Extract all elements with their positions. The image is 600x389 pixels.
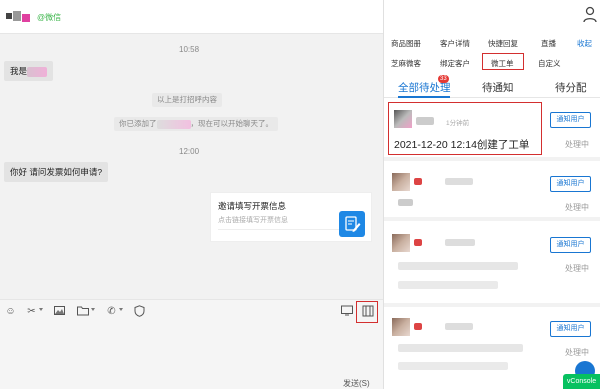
notify-user-button[interactable]: 通知用户 xyxy=(550,112,591,128)
chat-panel: @微信 10:58 我是 以上是打招呼内容 你已添加了 ，现在可以开始聊天了。 1… xyxy=(0,0,383,389)
message-time: 10:58 xyxy=(179,45,200,54)
notify-user-button[interactable]: 通知用户 xyxy=(550,237,591,253)
message-time: 12:00 xyxy=(179,147,200,156)
menu-live[interactable]: 直播 xyxy=(541,38,556,49)
scissors-icon[interactable]: ✂ xyxy=(25,305,38,318)
folder-icon[interactable] xyxy=(76,305,89,318)
avatar xyxy=(392,173,410,191)
notify-user-button[interactable]: 通知用户 xyxy=(550,321,591,337)
menu-custom[interactable]: 自定义 xyxy=(538,58,561,69)
highlight-box xyxy=(482,53,524,70)
menu-zhima[interactable]: 芝麻微客 xyxy=(391,58,421,69)
greeting-bubble[interactable]: 我是 xyxy=(4,61,54,81)
blurred-name xyxy=(414,178,422,185)
chevron-down-icon[interactable] xyxy=(91,308,95,311)
emoji-icon[interactable]: ☺ xyxy=(4,305,17,318)
card-divider xyxy=(218,229,343,230)
blurred-name xyxy=(414,323,422,330)
user-icon[interactable] xyxy=(583,6,597,24)
phone-icon[interactable]: ✆ xyxy=(105,305,118,318)
highlight-box xyxy=(356,301,378,323)
active-tab-indicator xyxy=(398,96,450,98)
menu-bind-customer[interactable]: 绑定客户 xyxy=(440,58,470,69)
contact-avatar[interactable] xyxy=(6,11,32,23)
send-button[interactable]: 发送(S) xyxy=(343,378,370,389)
pending-count-badge: 33 xyxy=(438,75,449,83)
avatar xyxy=(392,234,410,252)
highlight-box xyxy=(388,102,542,155)
blurred-name xyxy=(27,66,48,77)
shield-icon[interactable] xyxy=(133,305,146,318)
screen-icon[interactable] xyxy=(340,305,353,318)
form-edit-icon xyxy=(339,211,365,237)
item-status: 处理中 xyxy=(565,264,589,273)
menu-quick-reply[interactable]: 快捷回复 xyxy=(488,38,518,49)
customer-message-bubble[interactable]: 你好 请问发票如何申请? xyxy=(4,162,109,182)
message-input[interactable] xyxy=(0,323,383,389)
notify-user-button[interactable]: 通知用户 xyxy=(550,176,591,192)
item-status: 处理中 xyxy=(565,348,589,357)
tab-to-notify[interactable]: 待通知 xyxy=(482,80,514,95)
image-icon[interactable] xyxy=(53,305,66,318)
chevron-down-icon[interactable] xyxy=(119,308,123,311)
contact-source-tag: @微信 xyxy=(37,13,62,22)
greeting-text: 我是 xyxy=(10,66,28,76)
chevron-down-icon[interactable] xyxy=(39,308,43,311)
chat-header: @微信 xyxy=(0,0,383,34)
menu-product-album[interactable]: 商品图册 xyxy=(391,38,421,49)
avatar xyxy=(392,318,410,336)
invoice-card[interactable]: 邀请填写开票信息 点击链接填写开票信息 xyxy=(210,192,372,242)
blurred-name xyxy=(414,239,422,246)
item-status: 处理中 xyxy=(565,140,589,149)
vconsole-button[interactable]: vConsole xyxy=(563,374,600,389)
system-message-added: 你已添加了 ，现在可以开始聊天了。 xyxy=(114,117,278,131)
chat-toolbar: ☺ ✂ ✆ xyxy=(0,299,383,323)
menu-customer-detail[interactable]: 客户详情 xyxy=(440,38,470,49)
system-message: 以上是打招呼内容 xyxy=(152,93,222,107)
tab-to-assign[interactable]: 待分配 xyxy=(555,80,587,95)
card-subtitle: 点击链接填写开票信息 xyxy=(218,217,288,224)
collapse-link[interactable]: 收起 xyxy=(577,38,592,49)
card-title: 邀请填写开票信息 xyxy=(218,201,287,211)
item-status: 处理中 xyxy=(565,203,589,212)
